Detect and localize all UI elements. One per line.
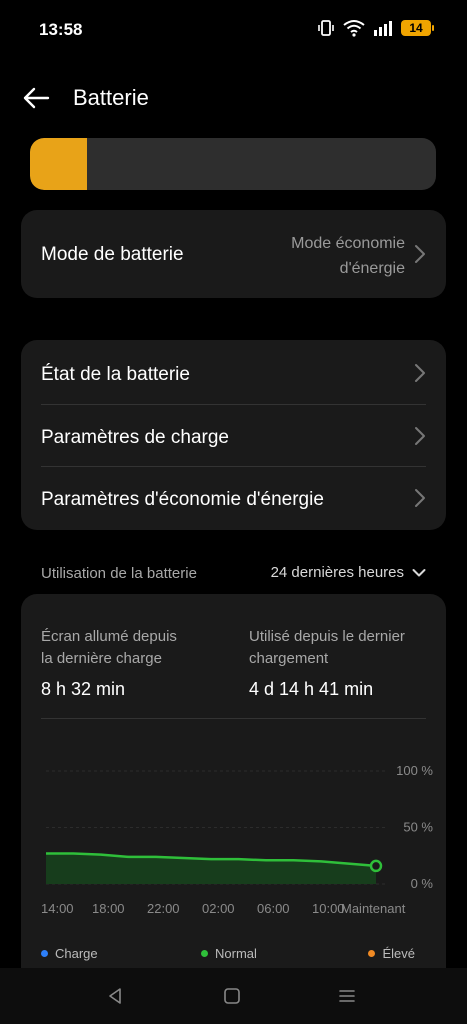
app-bar: Batterie [0,70,467,126]
screen-on-label-line2: la dernière charge [41,650,162,667]
battery-mode-value-line1: Mode économie [291,235,405,252]
home-square-icon [224,988,240,1004]
legend-dot [41,950,48,957]
chart-x-axis: 14:00 18:00 22:00 02:00 06:00 10:00 Maintenant [21,901,446,921]
used-since-charge-stat: Utilisé depuis le dernier chargement 4 d… [249,626,439,700]
screen-on-value: 8 h 32 min [41,679,126,699]
chevron-right-icon [415,489,425,507]
chart-x-tick-label: 18:00 [92,901,125,916]
legend-label: Normal [215,946,257,961]
chart-y-tick-label: 100 % [396,763,433,778]
battery-level-fill [30,138,87,190]
wifi-icon [343,20,365,37]
battery-icon: 14 [401,20,434,36]
navigation-bar [0,968,467,1024]
menu-item-battery-health[interactable]: État de la batterie [21,342,446,404]
back-button[interactable] [18,82,54,114]
signal-icon [374,21,392,36]
chevron-right-icon [415,364,425,382]
chart-y-tick-label: 0 % [411,876,434,891]
battery-mode-label: Mode de batterie [41,244,184,265]
screen-on-stat: Écran allumé depuis la dernière charge 8… [41,626,231,700]
arrow-left-icon [23,87,50,109]
period-dropdown-label: 24 dernières heures [270,564,404,581]
battery-mode-row[interactable]: Mode de batterie Mode économie d'énergie [21,210,446,298]
legend-label: Élevé [382,946,415,961]
divider [41,718,426,719]
screen-on-label-line1: Écran allumé depuis [41,628,177,645]
chart-x-tick-label: 02:00 [202,901,235,916]
chevron-right-icon [415,245,425,263]
used-since-charge-value: 4 d 14 h 41 min [249,679,374,699]
legend-label: Charge [55,946,98,961]
page-title: Batterie [73,85,149,110]
status-time: 13:58 [39,20,83,39]
chart-legend: Charge Normal Élevé [21,946,446,964]
chart-y-tick-label: 50 % [403,820,433,835]
nav-home-button[interactable] [218,984,246,1008]
back-triangle-icon [109,988,121,1004]
chart-x-tick-label: Maintenant [341,901,406,916]
usage-header: Utilisation de la batterie 24 dernières … [41,564,426,585]
screen-on-label: Écran allumé depuis la dernière charge [41,626,231,670]
menu-item-label: Paramètres de charge [41,427,229,448]
menu-item-label: Paramètres d'économie d'énergie [41,489,324,510]
battery-level-bar [30,138,436,190]
legend-dot [201,950,208,957]
used-label-line1: Utilisé depuis le dernier [249,628,405,645]
chart-x-tick-label: 06:00 [257,901,290,916]
legend-item: Normal [201,946,257,961]
nav-recents-button[interactable] [333,984,361,1008]
battery-usage-card: Écran allumé depuis la dernière charge 8… [21,594,446,974]
chart-current-point [369,859,383,873]
usage-section-title: Utilisation de la batterie [41,565,197,582]
battery-usage-chart[interactable]: 100 % 50 % 0 % [21,744,446,894]
used-label-line2: chargement [249,650,329,667]
period-dropdown[interactable]: 24 dernières heures [271,564,426,581]
chevron-down-icon [412,568,426,576]
nav-back-button[interactable] [101,984,129,1008]
status-bar: 13:58 14 [0,0,467,60]
chart-x-tick-label: 22:00 [147,901,180,916]
used-since-charge-label: Utilisé depuis le dernier chargement [249,626,439,670]
battery-mode-value: Mode économie d'énergie [235,231,405,281]
recents-menu-icon [339,990,355,1002]
chevron-right-icon [415,427,425,445]
menu-item-label: État de la batterie [41,364,190,385]
battery-settings-menu: État de la batterie Paramètres de charge… [21,340,446,530]
menu-item-power-saving-settings[interactable]: Paramètres d'économie d'énergie [21,467,446,529]
legend-item: Charge [41,946,98,961]
chart-x-tick-label: 10:00 [312,901,345,916]
battery-mode-value-line2: d'énergie [339,260,405,277]
status-icons: 14 [317,19,434,37]
chart-x-tick-label: 14:00 [41,901,74,916]
legend-item: Élevé [368,946,415,961]
vibrate-icon [318,20,334,36]
menu-item-charging-settings[interactable]: Paramètres de charge [21,405,446,467]
legend-dot [368,950,376,957]
